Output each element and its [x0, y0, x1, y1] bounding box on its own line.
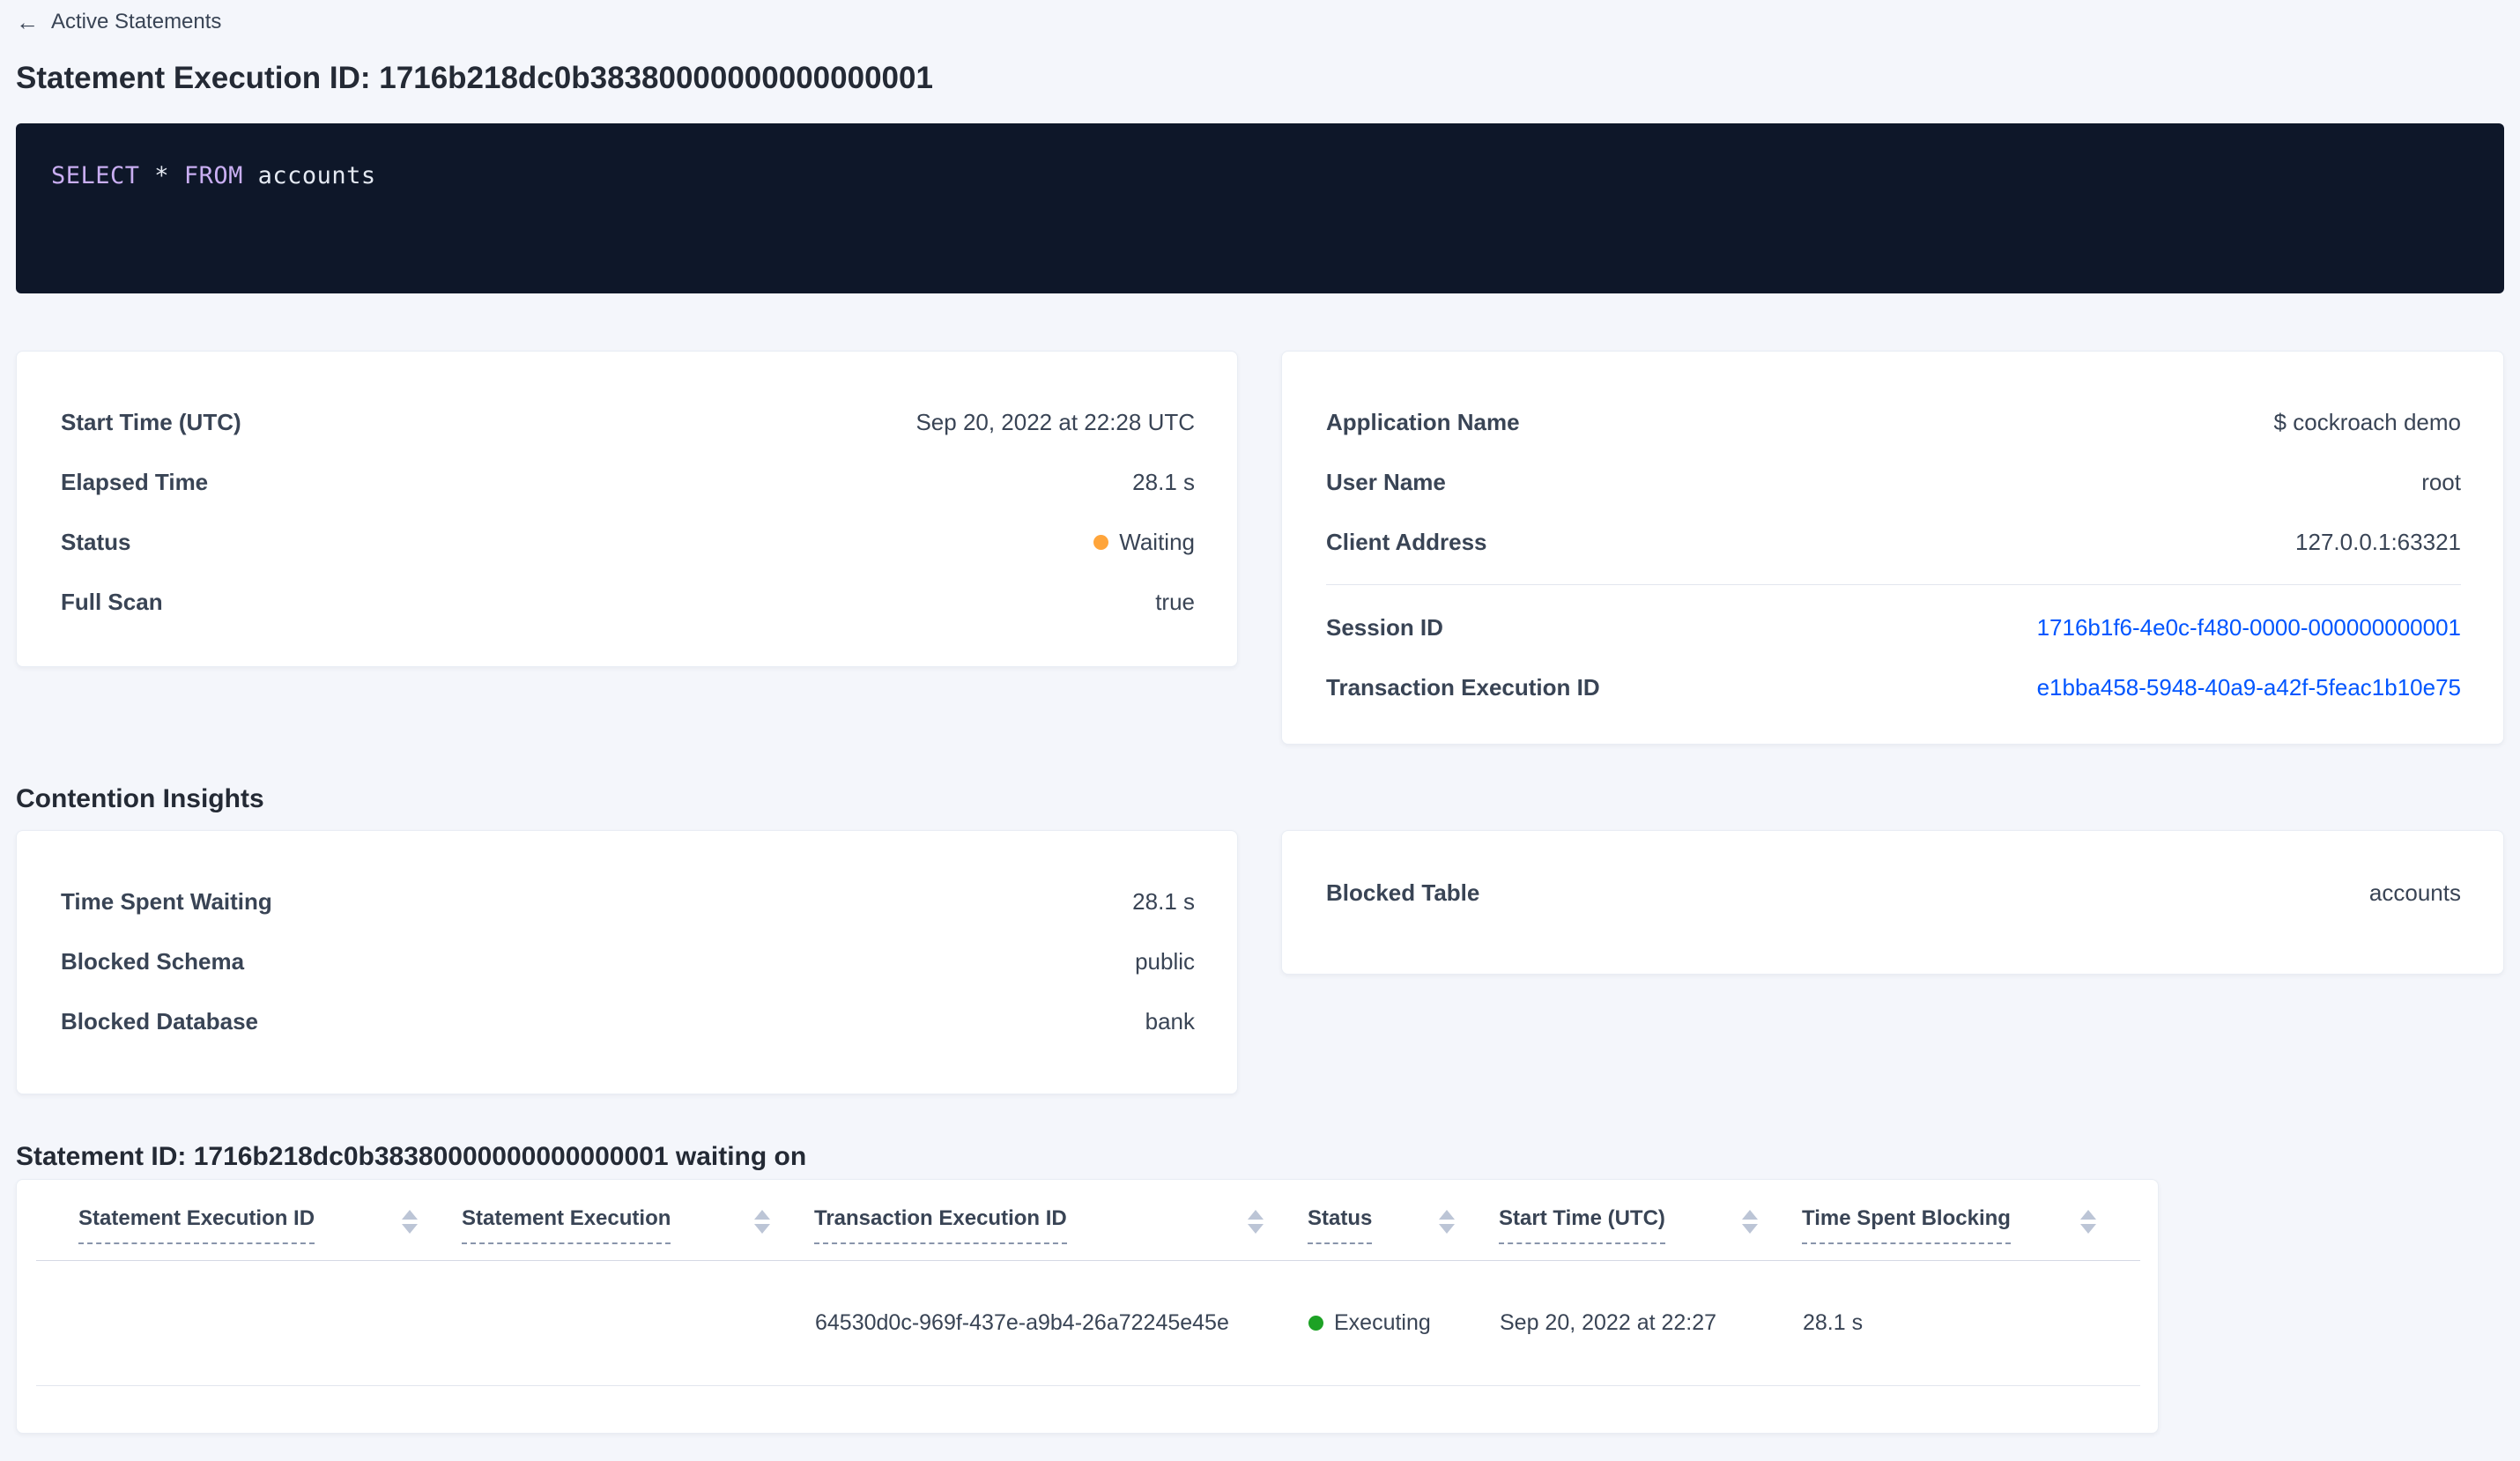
- row-label: Client Address: [1326, 528, 1487, 555]
- row-value: 28.1 s: [1132, 468, 1195, 495]
- column-label: Start Time (UTC): [1499, 1206, 1665, 1244]
- contention-row-time-spent-waiting: Time Spent Waiting 28.1 s: [61, 871, 1195, 931]
- sql-statement-text: SELECT * FROM accounts: [51, 162, 376, 189]
- row-label: Blocked Table: [1326, 879, 1480, 906]
- cell-statement-execution: [462, 1260, 814, 1386]
- session-id-link[interactable]: 1716b1f6-4e0c-f480-0000-000000000001: [2037, 614, 2461, 642]
- column-header-time-spent-blocking[interactable]: Time Spent Blocking: [1802, 1180, 2140, 1261]
- contention-insights-heading: Contention Insights: [16, 784, 264, 813]
- sql-keyword-select: SELECT: [51, 162, 140, 189]
- sql-table-name: accounts: [242, 162, 376, 189]
- row-value: bank: [1145, 1007, 1195, 1035]
- column-label: Statement Execution ID: [78, 1206, 315, 1244]
- row-value: accounts: [2368, 879, 2461, 906]
- row-value: public: [1135, 947, 1195, 975]
- row-label: Elapsed Time: [61, 468, 209, 495]
- row-label: Application Name: [1326, 408, 1520, 435]
- contention-row-blocked-schema: Blocked Schema public: [61, 931, 1195, 991]
- sql-keyword-from: FROM: [183, 162, 243, 189]
- back-link-label: Active Statements: [51, 10, 222, 33]
- contention-left-card: Time Spent Waiting 28.1 s Blocked Schema…: [16, 830, 1238, 1094]
- row-label: Transaction Execution ID: [1326, 673, 1600, 701]
- status-text: Waiting: [1119, 528, 1195, 555]
- row-label: User Name: [1326, 468, 1446, 495]
- row-value: root: [2421, 468, 2461, 495]
- contention-right-card: Blocked Table accounts: [1281, 830, 2504, 975]
- column-header-statement-execution-id[interactable]: Statement Execution ID: [36, 1180, 462, 1261]
- overview-card: Start Time (UTC) Sep 20, 2022 at 22:28 U…: [16, 351, 1238, 667]
- session-row-client-address: Client Address 127.0.0.1:63321: [1326, 512, 2461, 572]
- sort-icon: [2080, 1210, 2096, 1234]
- column-label: Time Spent Blocking: [1802, 1206, 2011, 1244]
- cell-statement-execution-id: [36, 1260, 462, 1386]
- status-badge: Executing: [1308, 1310, 1498, 1336]
- row-value: 127.0.0.1:63321: [2295, 528, 2461, 555]
- column-header-statement-execution[interactable]: Statement Execution: [462, 1180, 814, 1261]
- row-label: Blocked Database: [61, 1007, 258, 1035]
- overview-row-start-time: Start Time (UTC) Sep 20, 2022 at 22:28 U…: [61, 392, 1195, 452]
- overview-row-elapsed-time: Elapsed Time 28.1 s: [61, 452, 1195, 512]
- cell-time-spent-blocking: 28.1 s: [1802, 1260, 2140, 1386]
- sort-icon: [754, 1210, 770, 1234]
- session-row-transaction-execution-id: Transaction Execution ID e1bba458-5948-4…: [1326, 657, 2461, 717]
- statement-details-page: ← Active Statements Statement Execution …: [0, 7, 2520, 1434]
- column-header-status[interactable]: Status: [1308, 1180, 1499, 1261]
- column-header-start-time[interactable]: Start Time (UTC): [1499, 1180, 1802, 1261]
- transaction-execution-id-link[interactable]: e1bba458-5948-40a9-a42f-5feac1b10e75: [2037, 674, 2461, 701]
- page-title: Statement Execution ID: 1716b218dc0b3838…: [16, 61, 933, 95]
- arrow-left-icon: ←: [16, 9, 39, 35]
- status-executing-dot-icon: [1308, 1316, 1323, 1331]
- sort-icon: [402, 1210, 418, 1234]
- sql-star: *: [139, 162, 184, 189]
- sort-icon: [1742, 1210, 1758, 1234]
- back-link[interactable]: ← Active Statements: [16, 7, 221, 37]
- card-divider: [1326, 584, 2461, 585]
- sort-icon: [1248, 1210, 1264, 1234]
- session-row-application-name: Application Name $ cockroach demo: [1326, 392, 2461, 452]
- column-header-transaction-execution-id[interactable]: Transaction Execution ID: [814, 1180, 1308, 1261]
- row-label: Status: [61, 528, 131, 555]
- column-label: Transaction Execution ID: [814, 1206, 1067, 1244]
- row-label: Blocked Schema: [61, 947, 245, 975]
- row-label: Start Time (UTC): [61, 408, 241, 435]
- sort-icon: [1439, 1210, 1455, 1234]
- waiting-on-heading: Statement ID: 1716b218dc0b38380000000000…: [16, 1142, 807, 1171]
- row-value: Sep 20, 2022 at 22:28 UTC: [915, 408, 1195, 435]
- status-waiting-dot-icon: [1093, 534, 1109, 550]
- session-row-session-id: Session ID 1716b1f6-4e0c-f480-0000-00000…: [1326, 597, 2461, 657]
- table-header-row: Statement Execution ID Statement Executi…: [36, 1180, 2140, 1261]
- session-row-user-name: User Name root: [1326, 452, 2461, 512]
- overview-row-full-scan: Full Scan true: [61, 572, 1195, 632]
- cell-start-time: Sep 20, 2022 at 22:27: [1499, 1260, 1802, 1386]
- cell-transaction-execution-id: 64530d0c-969f-437e-a9b4-26a72245e45e: [814, 1260, 1308, 1386]
- row-label: Full Scan: [61, 588, 163, 615]
- row-value: $ cockroach demo: [2273, 408, 2461, 435]
- row-label: Time Spent Waiting: [61, 887, 272, 915]
- summary-cards-row: Start Time (UTC) Sep 20, 2022 at 22:28 U…: [16, 351, 2504, 745]
- waiting-statements-table: Statement Execution ID Statement Executi…: [36, 1180, 2140, 1386]
- status-badge: Waiting: [1093, 529, 1195, 556]
- cell-status: Executing: [1308, 1260, 1499, 1386]
- sql-statement-box: SELECT * FROM accounts: [16, 123, 2504, 293]
- contention-cards-row: Time Spent Waiting 28.1 s Blocked Schema…: [16, 830, 2504, 1094]
- contention-row-blocked-table: Blocked Table accounts: [1326, 863, 2461, 923]
- table-row: 64530d0c-969f-437e-a9b4-26a72245e45e Exe…: [36, 1260, 2140, 1386]
- column-label: Statement Execution: [462, 1206, 671, 1244]
- overview-row-status: Status Waiting: [61, 512, 1195, 572]
- column-label: Status: [1308, 1206, 1373, 1244]
- contention-row-blocked-database: Blocked Database bank: [61, 991, 1195, 1051]
- waiting-statements-table-card: Statement Execution ID Statement Executi…: [16, 1179, 2159, 1434]
- session-card: Application Name $ cockroach demo User N…: [1281, 351, 2504, 745]
- row-value: 28.1 s: [1132, 887, 1195, 915]
- row-value: true: [1155, 588, 1195, 615]
- row-label: Session ID: [1326, 613, 1443, 641]
- status-text: Executing: [1334, 1310, 1431, 1335]
